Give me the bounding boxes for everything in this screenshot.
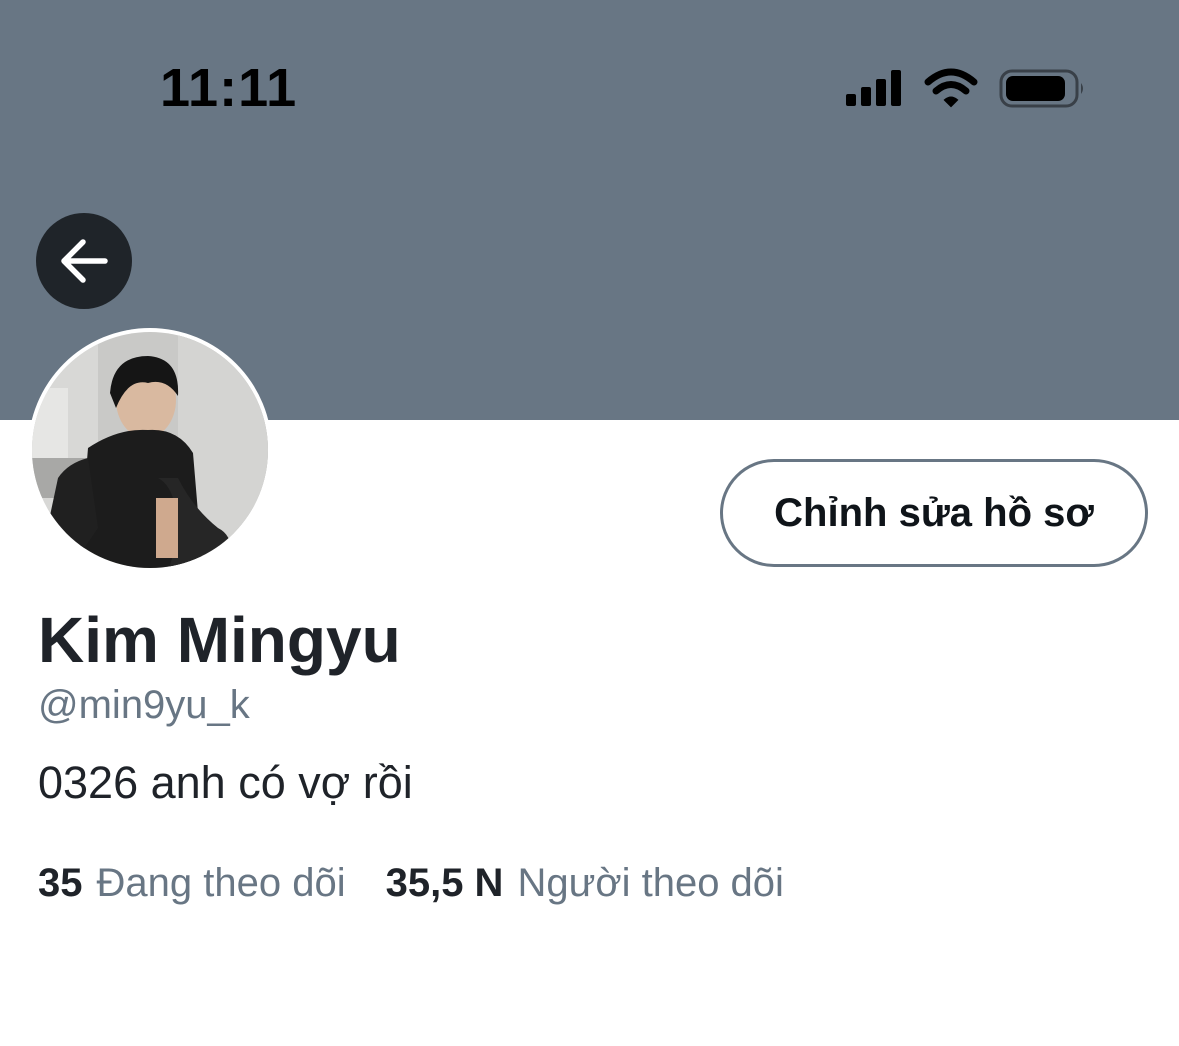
back-button[interactable] <box>36 213 132 309</box>
followers-link[interactable]: 35,5 N Người theo dõi <box>386 858 784 908</box>
avatar[interactable] <box>28 328 272 572</box>
edit-profile-button[interactable]: Chỉnh sửa hồ sơ <box>720 459 1148 567</box>
avatar-photo <box>32 332 268 568</box>
follow-stats: 35 Đang theo dõi 35,5 N Người theo dõi <box>38 858 784 908</box>
following-label: Đang theo dõi <box>96 861 346 905</box>
followers-label: Người theo dõi <box>517 861 784 905</box>
display-name: Kim Mingyu <box>38 604 401 676</box>
profile-bio: 0326 anh có vợ rồi <box>38 757 413 808</box>
username-handle: @min9yu_k <box>38 683 250 727</box>
status-bar-icons <box>846 68 1083 108</box>
arrow-left-icon <box>61 239 108 283</box>
battery-icon <box>999 69 1083 108</box>
status-bar-time: 11:11 <box>160 58 298 118</box>
following-count: 35 <box>38 861 83 905</box>
signal-icon <box>846 70 901 106</box>
followers-count: 35,5 N <box>385 861 504 905</box>
profile-page: 11:11 Chỉnh sửa hồ sơ Kim Mingyu @min9yu… <box>0 0 1179 1046</box>
wifi-icon <box>924 68 978 108</box>
following-link[interactable]: 35 Đang theo dõi <box>38 858 346 908</box>
